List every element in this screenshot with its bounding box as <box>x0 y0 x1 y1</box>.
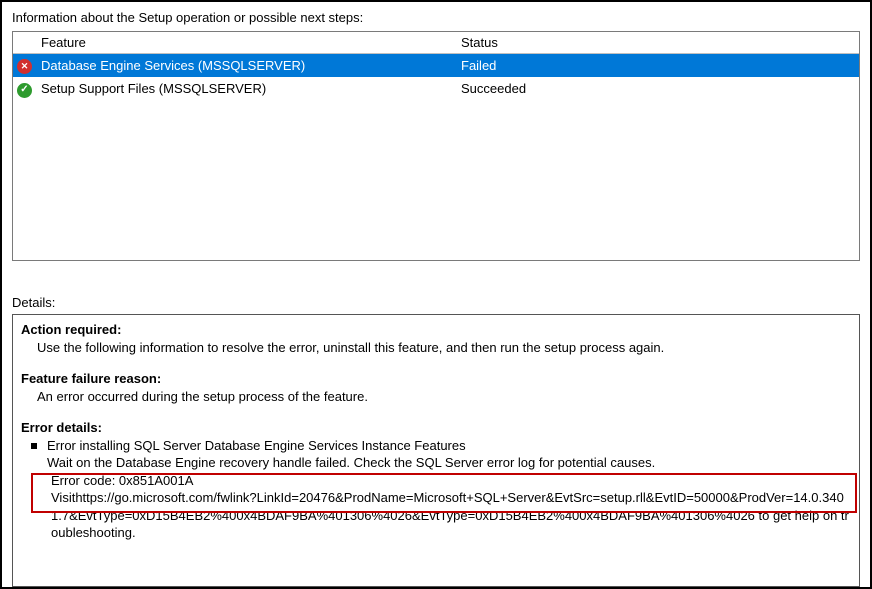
status-cell: Succeeded <box>455 77 859 101</box>
error-line-2: Wait on the Database Engine recovery han… <box>47 454 851 472</box>
status-cell: Failed <box>455 54 859 78</box>
feature-failure-head: Feature failure reason: <box>21 370 851 388</box>
error-code: Error code: 0x851A001A <box>51 472 851 490</box>
feature-cell: Setup Support Files (MSSQLSERVER) <box>35 77 455 101</box>
col-icon-header[interactable] <box>13 32 35 54</box>
feature-failure-body: An error occurred during the setup proce… <box>37 388 851 406</box>
table-row[interactable]: Database Engine Services (MSSQLSERVER) F… <box>13 54 859 78</box>
details-label: Details: <box>12 295 860 310</box>
feature-table: Feature Status Database Engine Services … <box>13 32 859 101</box>
col-feature-header[interactable]: Feature <box>35 32 455 54</box>
action-required-head: Action required: <box>21 321 851 339</box>
bullet-square-icon <box>31 443 37 449</box>
details-box: Action required: Use the following infor… <box>12 314 860 587</box>
feature-cell: Database Engine Services (MSSQLSERVER) <box>35 54 455 78</box>
col-status-header[interactable]: Status <box>455 32 859 54</box>
table-row[interactable]: Setup Support Files (MSSQLSERVER) Succee… <box>13 77 859 101</box>
error-details-head: Error details: <box>21 419 851 437</box>
error-help-link-text: Visithttps://go.microsoft.com/fwlink?Lin… <box>51 489 851 542</box>
action-required-body: Use the following information to resolve… <box>37 339 851 357</box>
info-header-label: Information about the Setup operation or… <box>12 10 860 25</box>
error-line-1: Error installing SQL Server Database Eng… <box>47 437 851 455</box>
error-icon <box>17 59 32 74</box>
error-bullet: Error installing SQL Server Database Eng… <box>31 437 851 542</box>
check-icon <box>17 83 32 98</box>
feature-table-container: Feature Status Database Engine Services … <box>12 31 860 261</box>
